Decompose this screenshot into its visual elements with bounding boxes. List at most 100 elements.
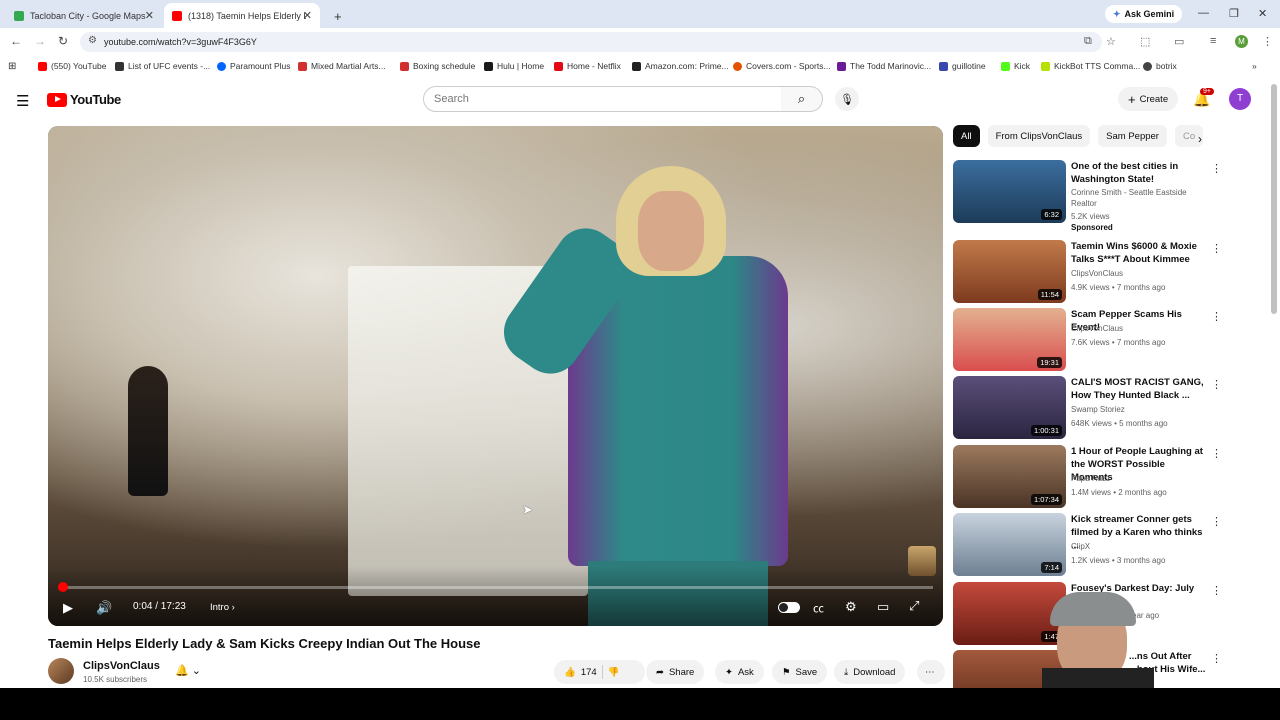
subscription-bell-dropdown[interactable]: 🔔 ⌄ (175, 664, 201, 677)
save-button[interactable]: ⚑ Save (772, 660, 828, 684)
create-button[interactable]: + Create (1118, 87, 1179, 111)
media-icon[interactable]: ≡ (1210, 35, 1216, 47)
browser-tab-maps[interactable]: Tacloban City - Google Maps ✕ (6, 3, 162, 28)
bookmark-item[interactable]: Mixed Martial Arts... (298, 61, 386, 71)
like-icon[interactable]: 👍 (564, 667, 576, 678)
close-tab-icon[interactable]: ✕ (303, 9, 312, 22)
rec-title[interactable]: CALI'S MOST RACIST GANG, How They Hunted… (1071, 376, 1206, 402)
bookmark-item[interactable]: Kick (1001, 61, 1030, 71)
channel-avatar[interactable] (48, 658, 74, 684)
scrollbar-thumb[interactable] (1271, 84, 1277, 314)
more-vert-icon[interactable]: ⋮ (1211, 515, 1222, 528)
search-input[interactable]: Search (423, 86, 782, 112)
recommendation-item[interactable]: 19:31 Scam Pepper Scams His Event! Clips… (953, 308, 1233, 371)
dislike-icon[interactable]: 👎 (608, 667, 620, 678)
search-button[interactable]: ⌕ (781, 86, 823, 112)
bookmark-item[interactable]: KickBot TTS Comma... (1041, 61, 1140, 71)
browser-tab-youtube[interactable]: (1318) Taemin Helps Elderly Lad ✕ (164, 3, 320, 28)
rec-channel[interactable]: Swamp Storiez (1071, 405, 1125, 414)
close-tab-icon[interactable]: ✕ (145, 9, 154, 22)
download-button[interactable]: ⤓ Download (834, 660, 906, 684)
ask-gemini-button[interactable]: ✦ Ask Gemini (1105, 5, 1183, 23)
share-button[interactable]: ➦ Share (646, 660, 705, 684)
more-vert-icon[interactable]: ⋮ (1211, 378, 1222, 391)
theater-mode-icon[interactable]: ▭ (877, 599, 889, 615)
voice-search-button[interactable]: 🎙 (835, 87, 859, 111)
more-vert-icon[interactable]: ⋮ (1211, 242, 1222, 255)
video-player[interactable]: ▶ 🔊 0:04 / 17:23 Intro › ㏄ ⚙ ▭ ⤢ ➤ (48, 126, 943, 626)
recommendation-item[interactable]: 7:14 Kick streamer Conner gets filmed by… (953, 513, 1233, 576)
more-vert-icon[interactable]: ⋮ (1211, 162, 1222, 175)
youtube-logo[interactable]: YouTube (47, 92, 121, 107)
video-thumbnail[interactable]: 11:54 (953, 240, 1066, 303)
bookmark-item[interactable]: List of UFC events -... (115, 61, 210, 71)
bookmark-item[interactable]: Amazon.com: Prime... (632, 61, 729, 71)
ask-button[interactable]: ✦ Ask (715, 660, 764, 684)
forward-icon[interactable]: → (34, 34, 46, 48)
hamburger-menu-icon[interactable]: ☰ (16, 92, 29, 110)
bookmark-item[interactable]: (550) YouTube (38, 61, 106, 71)
bookmark-item[interactable]: Covers.com - Sports... (733, 61, 831, 71)
rec-channel[interactable]: ClipsVonClaus (1071, 324, 1123, 333)
bookmark-item[interactable]: The Todd Marinovic... (837, 61, 931, 71)
more-vert-icon[interactable]: ⋮ (1211, 584, 1222, 597)
video-thumbnail[interactable]: 7:14 (953, 513, 1066, 576)
chevron-right-icon[interactable]: › (1198, 132, 1202, 146)
channel-name[interactable]: ClipsVonClaus (83, 660, 160, 672)
recommendation-item[interactable]: 11:54 Taemin Wins $6000 & Moxie Talks S*… (953, 240, 1233, 303)
address-bar[interactable]: ⚙ youtube.com/watch?v=3guwF4F3G6Y (80, 32, 1102, 52)
video-thumbnail[interactable]: 19:31 (953, 308, 1066, 371)
like-count[interactable]: 174 (581, 667, 597, 678)
bookmark-star-icon[interactable]: ☆ (1106, 35, 1116, 48)
browser-profile-avatar[interactable]: M (1235, 35, 1248, 48)
autoplay-toggle[interactable] (778, 602, 800, 613)
bookmark-item[interactable]: Hulu | Home (484, 61, 544, 71)
captions-icon[interactable]: ㏄ (813, 600, 824, 616)
chip-all[interactable]: All (953, 125, 980, 147)
recommendation-item[interactable]: 1:07:34 1 Hour of People Laughing at the… (953, 445, 1233, 508)
settings-gear-icon[interactable]: ⚙ (845, 599, 857, 615)
volume-icon[interactable]: 🔊 (96, 600, 112, 616)
site-info-icon[interactable]: ⚙ (88, 35, 97, 46)
rec-channel[interactable]: ClipX (1071, 542, 1090, 551)
apps-grid-icon[interactable]: ⊞ (8, 61, 16, 72)
close-window-icon[interactable]: ✕ (1258, 7, 1267, 20)
reload-icon[interactable]: ↻ (58, 34, 68, 48)
minimize-icon[interactable]: — (1198, 7, 1209, 19)
account-avatar[interactable]: T (1229, 88, 1251, 110)
video-thumbnail[interactable]: 1:00:31 (953, 376, 1066, 439)
new-tab-button[interactable]: + (326, 4, 350, 29)
more-bookmarks-icon[interactable]: » (1252, 61, 1257, 71)
chip-from-channel[interactable]: From ClipsVonClaus (987, 125, 1091, 147)
bookmark-item[interactable]: Paramount Plus (217, 61, 290, 71)
cast-icon[interactable]: ▭ (1174, 35, 1184, 48)
more-vert-icon[interactable]: ⋮ (1211, 652, 1222, 665)
video-thumbnail[interactable]: 1:07:34 (953, 445, 1066, 508)
install-app-icon[interactable]: ⧉ (1084, 35, 1092, 48)
play-icon[interactable]: ▶ (63, 600, 73, 616)
page-scrollbar[interactable] (1271, 84, 1277, 684)
recommendation-item[interactable]: 1:00:31 CALI'S MOST RACIST GANG, How The… (953, 376, 1233, 439)
maximize-icon[interactable]: ❐ (1229, 7, 1239, 20)
more-actions-button[interactable]: ⋯ (917, 660, 945, 684)
chip-sam-pepper[interactable]: Sam Pepper (1098, 125, 1167, 147)
progress-bar[interactable] (58, 582, 933, 592)
rec-title[interactable]: Taemin Wins $6000 & Moxie Talks S***T Ab… (1071, 240, 1206, 266)
more-vert-icon[interactable]: ⋮ (1211, 447, 1222, 460)
bookmark-item[interactable]: botrix (1143, 61, 1177, 71)
rec-channel[interactable]: Papa Ruzz (1071, 474, 1110, 483)
bookmark-item[interactable]: Boxing schedule (400, 61, 475, 71)
recommendation-item[interactable]: 6:32 One of the best cities in Washingto… (953, 160, 1233, 235)
bookmark-item[interactable]: guillotine (939, 61, 986, 71)
rec-title[interactable]: Kick streamer Conner gets filmed by a Ka… (1071, 513, 1206, 552)
channel-watermark[interactable] (908, 546, 936, 576)
extensions-icon[interactable]: ⬚ (1140, 35, 1150, 48)
video-thumbnail[interactable]: 6:32 (953, 160, 1066, 223)
rec-channel[interactable]: Corinne Smith - Seattle Eastside Realtor (1071, 187, 1206, 209)
menu-dots-icon[interactable]: ⋮ (1262, 35, 1273, 48)
rec-title[interactable]: One of the best cities in Washington Sta… (1071, 160, 1206, 186)
fullscreen-icon[interactable]: ⤢ (909, 598, 919, 614)
back-icon[interactable]: ← (10, 34, 22, 48)
chapter-button[interactable]: Intro › (210, 602, 235, 613)
rec-channel[interactable]: ClipsVonClaus (1071, 269, 1123, 278)
